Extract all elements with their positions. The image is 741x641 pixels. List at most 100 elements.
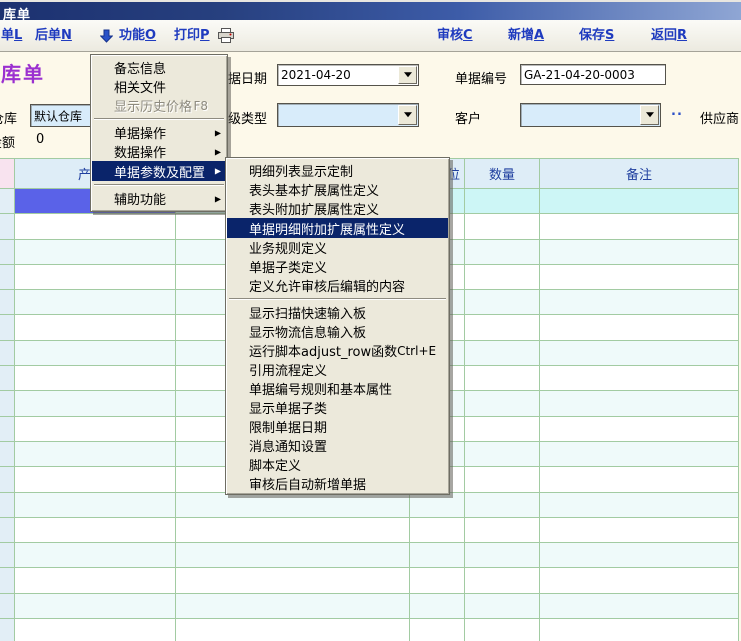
menu-item[interactable]: 辅助功能▶ [92,189,226,208]
row-header-cell[interactable] [0,315,15,339]
menu-item[interactable]: 相关文件 [92,77,226,96]
menu-item[interactable]: 脚本定义 [227,455,448,474]
row-header-cell[interactable] [0,265,15,289]
table-cell[interactable] [540,315,739,339]
table-cell[interactable] [540,240,739,264]
table-cell[interactable] [176,518,410,542]
row-header-cell[interactable] [0,518,15,542]
menu-item[interactable]: 显示单据子类 [227,398,448,417]
row-header-cell[interactable] [0,467,15,491]
table-cell[interactable] [15,214,176,238]
table-cell[interactable] [15,366,176,390]
table-cell[interactable] [540,417,739,441]
doc-date-combo[interactable]: 2021-04-20 [277,64,419,86]
table-cell[interactable] [465,594,540,618]
table-cell[interactable] [465,290,540,314]
customer-combo[interactable] [520,103,661,127]
row-header-cell[interactable] [0,619,15,641]
table-cell[interactable] [176,568,410,592]
table-cell[interactable] [540,568,739,592]
menubar-item-save[interactable]: 保存S [579,20,614,51]
table-cell[interactable] [410,594,465,618]
table-cell[interactable] [410,619,465,641]
table-cell[interactable] [540,467,739,491]
more-dots-link[interactable]: .. [671,104,683,119]
menu-item[interactable]: 引用流程定义 [227,360,448,379]
table-cell[interactable] [15,467,176,491]
table-cell[interactable] [465,543,540,567]
menu-item[interactable]: 单据操作▶ [92,123,226,142]
table-cell[interactable] [15,417,176,441]
row-header-cell[interactable] [0,214,15,238]
table-cell[interactable] [540,442,739,466]
table-cell[interactable] [540,265,739,289]
table-cell[interactable] [465,265,540,289]
menu-item[interactable]: 消息通知设置 [227,436,448,455]
menu-item[interactable]: 运行脚本adjust_row函数Ctrl+E [227,341,448,360]
table-cell[interactable] [465,391,540,415]
menu-item[interactable]: 单据子类定义 [227,257,448,276]
menubar-item-next-doc[interactable]: 后单N [35,20,72,51]
col-header-qty[interactable]: 数量 [465,159,540,188]
table-cell[interactable] [540,341,739,365]
table-cell[interactable] [465,189,540,213]
printer-icon[interactable] [217,28,235,48]
table-cell[interactable] [540,290,739,314]
menubar-item-prev-doc[interactable]: 单L [1,20,22,51]
table-cell[interactable] [540,493,739,517]
menubar-item-audit[interactable]: 审核C [437,20,473,51]
table-cell[interactable] [15,290,176,314]
table-cell[interactable] [15,240,176,264]
doc-no-field[interactable]: GA-21-04-20-0003 [520,64,666,85]
table-cell[interactable] [465,619,540,641]
level-type-combo[interactable] [277,103,419,127]
table-cell[interactable] [540,594,739,618]
table-cell[interactable] [465,518,540,542]
col-header-remark[interactable]: 备注 [540,159,739,188]
menubar-item-function[interactable]: 功能O [119,20,156,51]
table-cell[interactable] [540,189,739,213]
menubar-item-return[interactable]: 返回R [651,20,687,51]
table-cell[interactable] [465,366,540,390]
table-cell[interactable] [15,493,176,517]
menu-item[interactable]: 单据参数及配置▶ [92,161,226,181]
table-cell[interactable] [15,568,176,592]
table-cell[interactable] [465,315,540,339]
table-cell[interactable] [465,417,540,441]
table-cell[interactable] [410,543,465,567]
row-header-cell[interactable] [0,189,15,213]
menu-item[interactable]: 显示历史价格F8 [92,96,226,115]
menu-item[interactable]: 明细列表显示定制 [227,161,448,180]
table-cell[interactable] [465,214,540,238]
table-cell[interactable] [465,341,540,365]
table-cell[interactable] [540,518,739,542]
menubar-item-print[interactable]: 打印P [174,20,210,51]
menu-item[interactable]: 表头附加扩展属性定义 [227,199,448,218]
row-header-cell[interactable] [0,240,15,264]
row-header-cell[interactable] [0,442,15,466]
table-cell[interactable] [540,619,739,641]
row-header-cell[interactable] [0,341,15,365]
table-cell[interactable] [15,315,176,339]
table-cell[interactable] [540,214,739,238]
table-cell[interactable] [410,568,465,592]
menu-item[interactable]: 业务规则定义 [227,238,448,257]
table-cell[interactable] [15,543,176,567]
table-cell[interactable] [15,341,176,365]
menu-item[interactable]: 单据明细附加扩展属性定义 [227,218,448,238]
menu-item[interactable]: 单据编号规则和基本属性 [227,379,448,398]
table-cell[interactable] [176,594,410,618]
row-header-cell[interactable] [0,417,15,441]
table-cell[interactable] [540,543,739,567]
table-cell[interactable] [15,391,176,415]
table-cell[interactable] [465,240,540,264]
table-cell[interactable] [465,568,540,592]
row-header-cell[interactable] [0,493,15,517]
menu-item[interactable]: 定义允许审核后编辑的内容 [227,276,448,295]
menubar-item-add[interactable]: 新增A [508,20,544,51]
menu-item[interactable]: 审核后自动新增单据 [227,474,448,493]
dropdown-arrow-icon[interactable] [398,105,417,125]
table-cell[interactable] [176,619,410,641]
row-header-cell[interactable] [0,594,15,618]
table-cell[interactable] [540,366,739,390]
